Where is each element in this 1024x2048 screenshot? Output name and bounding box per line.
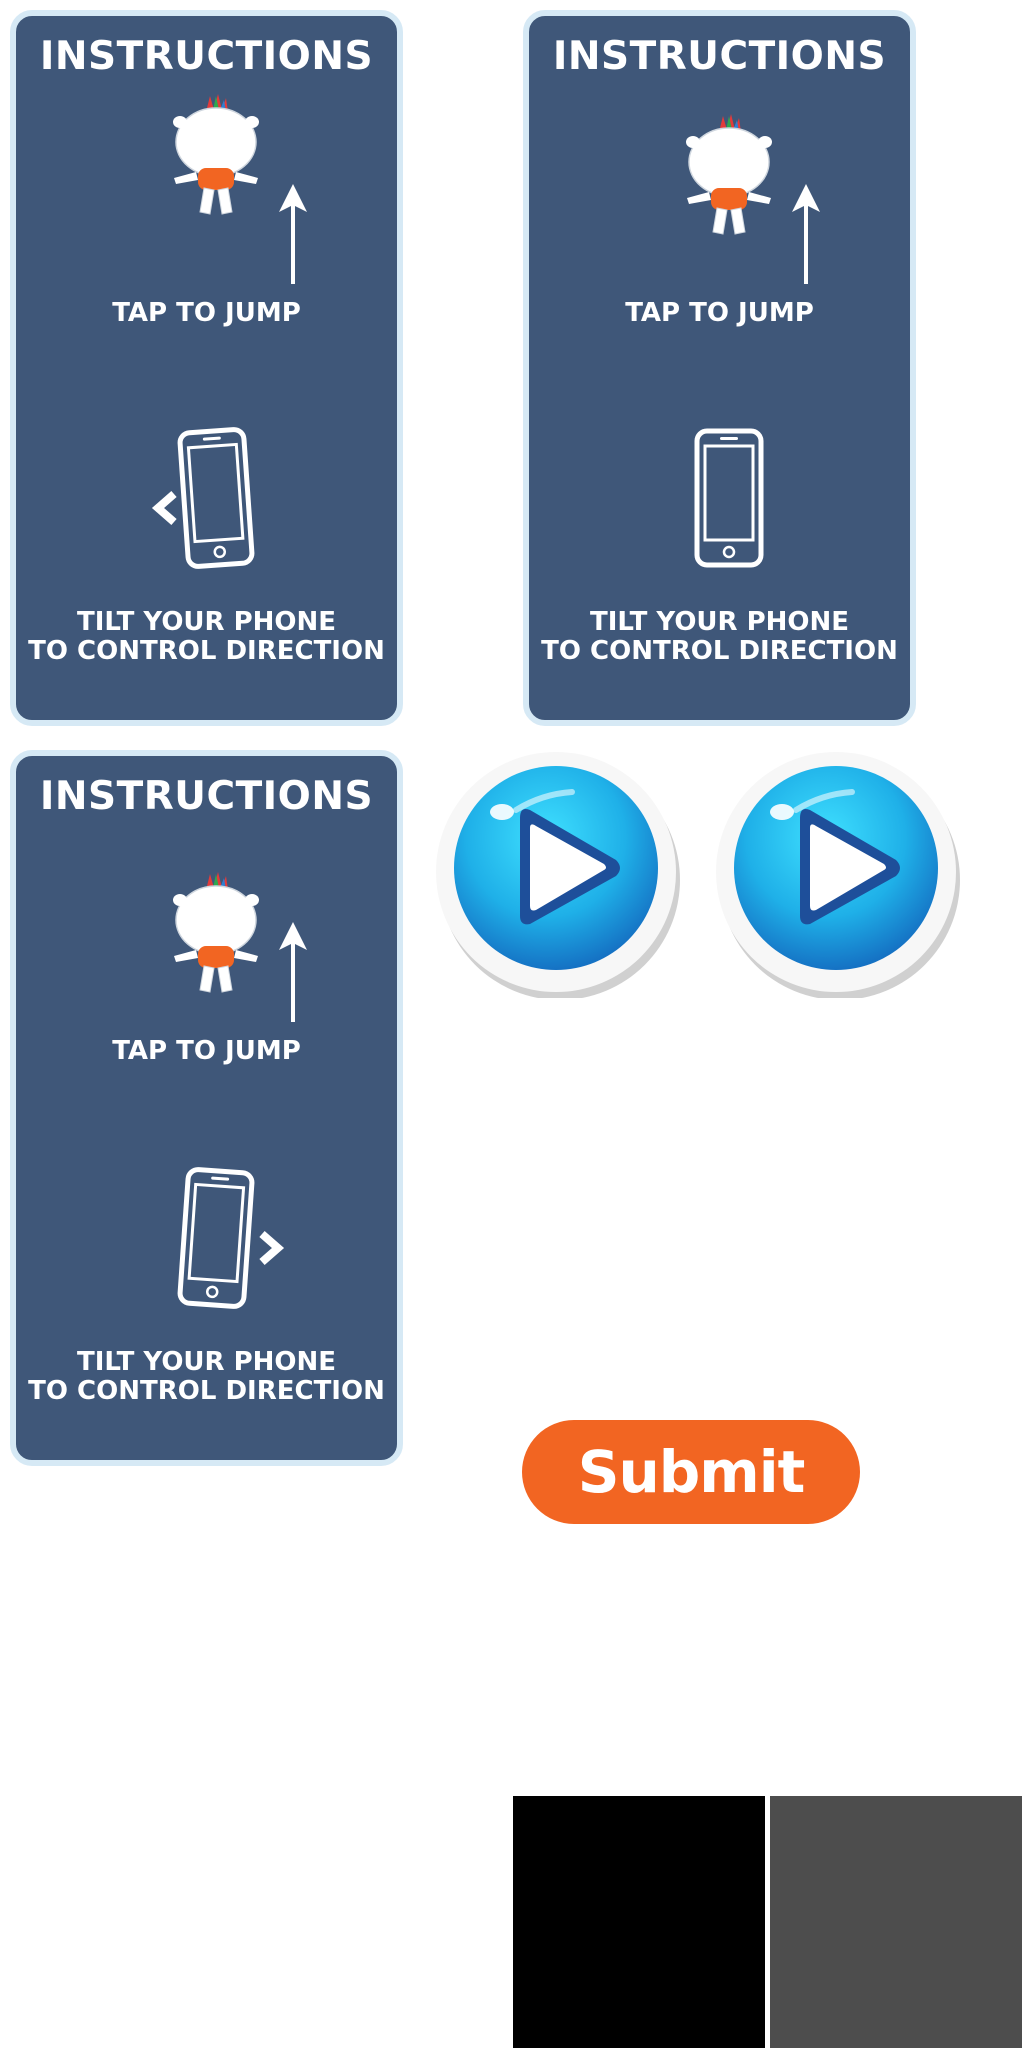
- tilt-instruction-label: TILT YOUR PHONE TO CONTROL DIRECTION: [529, 608, 910, 666]
- arrow-up-icon: [277, 922, 309, 1022]
- tilt-instruction-label: TILT YOUR PHONE TO CONTROL DIRECTION: [16, 1348, 397, 1406]
- character-icon: [679, 112, 779, 242]
- instructions-card-1: INSTRUCTIONS TAP TO JUMP TILT YOUR PHONE…: [10, 10, 403, 726]
- card-title: INSTRUCTIONS: [39, 34, 374, 79]
- card-title: INSTRUCTIONS: [39, 774, 374, 819]
- instructions-card-2: INSTRUCTIONS TAP TO JUMP TILT YOUR PHONE…: [523, 10, 916, 726]
- character-icon: [166, 92, 266, 222]
- tilt-instruction-label: TILT YOUR PHONE TO CONTROL DIRECTION: [16, 608, 397, 666]
- black-swatch: [513, 1796, 765, 2048]
- tap-to-jump-label: TAP TO JUMP: [112, 298, 301, 328]
- card-title: INSTRUCTIONS: [552, 34, 887, 79]
- phone-icon: [176, 426, 256, 571]
- chevron-left-icon: [150, 490, 182, 526]
- play-button-pressed[interactable]: [712, 748, 962, 998]
- tilt-line-2: TO CONTROL DIRECTION: [541, 636, 898, 666]
- instructions-card-3: INSTRUCTIONS TAP TO JUMP TILT YOUR PHONE…: [10, 750, 403, 1466]
- submit-button[interactable]: Submit: [522, 1420, 860, 1524]
- arrow-up-icon: [277, 184, 309, 284]
- gray-swatch: [770, 1796, 1022, 2048]
- tilt-line-1: TILT YOUR PHONE: [589, 607, 850, 637]
- tap-to-jump-label: TAP TO JUMP: [625, 298, 814, 328]
- tap-to-jump-label: TAP TO JUMP: [112, 1036, 301, 1066]
- phone-icon: [694, 428, 764, 568]
- play-button[interactable]: [432, 748, 682, 998]
- tilt-line-1: TILT YOUR PHONE: [76, 607, 337, 637]
- tilt-line-1: TILT YOUR PHONE: [76, 1347, 337, 1377]
- chevron-right-icon: [254, 1230, 286, 1266]
- tilt-line-2: TO CONTROL DIRECTION: [28, 636, 385, 666]
- tilt-line-2: TO CONTROL DIRECTION: [28, 1376, 385, 1406]
- character-icon: [166, 870, 266, 1000]
- arrow-up-icon: [790, 184, 822, 284]
- phone-icon: [176, 1166, 256, 1311]
